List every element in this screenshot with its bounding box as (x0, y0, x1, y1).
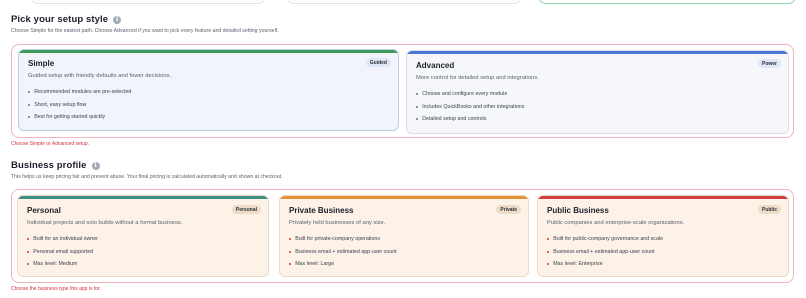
bullet-icon (27, 263, 30, 266)
setup-option-simple[interactable]: Simple Guided Guided setup with friendly… (18, 49, 399, 131)
business-options-group: Personal Personal Individual projects an… (11, 189, 794, 283)
business-option-private[interactable]: Private Business Private Privately held … (279, 195, 529, 277)
feature-item: Max level: Enterprise (547, 258, 663, 271)
feature-list: Choose and configure every module Includ… (416, 88, 524, 126)
bullet-icon (289, 250, 292, 253)
bullet-icon (416, 105, 419, 108)
feature-item: Built for public-company governance and … (547, 233, 663, 246)
card-accent-bar (19, 50, 398, 53)
info-icon[interactable]: i (91, 161, 100, 170)
bullet-icon (289, 238, 292, 241)
feature-list: Recommended modules are pre-selected Sho… (28, 86, 131, 124)
business-option-personal[interactable]: Personal Personal Individual projects an… (17, 195, 269, 277)
feature-item: Max level: Medium (27, 258, 98, 271)
business-section-subtitle: This helps us keep pricing fair and prev… (11, 174, 283, 180)
bullet-icon (28, 91, 31, 94)
card-badge: Personal (231, 205, 261, 214)
card-title: Advanced (416, 61, 455, 70)
card-title: Personal (27, 206, 61, 215)
card-badge: Guided (365, 58, 391, 67)
card-description: Guided setup with friendly defaults and … (28, 73, 172, 79)
card-accent-bar (280, 196, 528, 199)
bullet-icon (27, 238, 30, 241)
feature-item: Detailed setup and controls (416, 113, 524, 126)
feature-list: Built for private-company operations Bus… (289, 233, 397, 271)
card-accent-bar (407, 51, 788, 54)
feature-item: Business email + estimated app-user coun… (547, 246, 663, 259)
business-section-heading: Business profile (11, 160, 87, 171)
bullet-icon (416, 118, 419, 121)
feature-item: Short, easy setup flow (28, 99, 131, 112)
card-badge: Public (757, 205, 781, 214)
setup-options-group: Simple Guided Guided setup with friendly… (11, 44, 794, 138)
setup-section-heading: Pick your setup style (11, 14, 109, 25)
card-title: Private Business (289, 206, 354, 215)
setup-section-title: Pick your setup style i (11, 14, 122, 25)
feature-item: Built for private-company operations (289, 233, 397, 246)
business-option-public[interactable]: Public Business Public Public companies … (537, 195, 789, 277)
feature-item: Personal email supported (27, 246, 98, 259)
feature-item: Built for an individual owner (27, 233, 98, 246)
card-title: Public Business (547, 206, 609, 215)
card-description: More control for detailed setup and inte… (416, 75, 539, 81)
bullet-icon (27, 250, 30, 253)
card-accent-bar (18, 196, 268, 199)
previous-card-edge-selected (538, 0, 796, 4)
feature-item: Includes QuickBooks and other integratio… (416, 101, 524, 114)
card-accent-bar (538, 196, 788, 199)
setup-option-advanced[interactable]: Advanced Power More control for detailed… (406, 50, 789, 134)
setup-section-subtitle: Choose Simple for the easiest path. Choo… (11, 28, 279, 34)
bullet-icon (547, 250, 550, 253)
feature-item: Max level: Large (289, 258, 397, 271)
card-title: Simple (28, 59, 55, 68)
bullet-icon (547, 263, 550, 266)
feature-item: Business email + estimated app-user coun… (289, 246, 397, 259)
bullet-icon (289, 263, 292, 266)
card-description: Privately held businesses of any size. (289, 220, 386, 226)
feature-item: Choose and configure every module (416, 88, 524, 101)
business-error-message: Choose the business type this app is for… (11, 286, 101, 292)
feature-item: Best for getting started quickly (28, 111, 131, 124)
card-description: Public companies and enterprise-scale or… (547, 220, 685, 226)
feature-item: Recommended modules are pre-selected (28, 86, 131, 99)
setup-error-message: Choose Simple or Advanced setup. (11, 141, 90, 147)
feature-list: Built for public-company governance and … (547, 233, 663, 271)
business-section-title: Business profile i (11, 160, 100, 171)
bullet-icon (28, 103, 31, 106)
card-badge: Power (757, 59, 781, 68)
feature-list: Built for an individual owner Personal e… (27, 233, 98, 271)
bullet-icon (28, 116, 31, 119)
previous-card-edge (30, 0, 266, 4)
previous-card-edge (286, 0, 522, 4)
info-icon[interactable]: i (113, 15, 122, 24)
card-badge: Private (496, 205, 521, 214)
bullet-icon (547, 238, 550, 241)
card-description: Individual projects and solo builds with… (27, 220, 183, 226)
bullet-icon (416, 93, 419, 96)
